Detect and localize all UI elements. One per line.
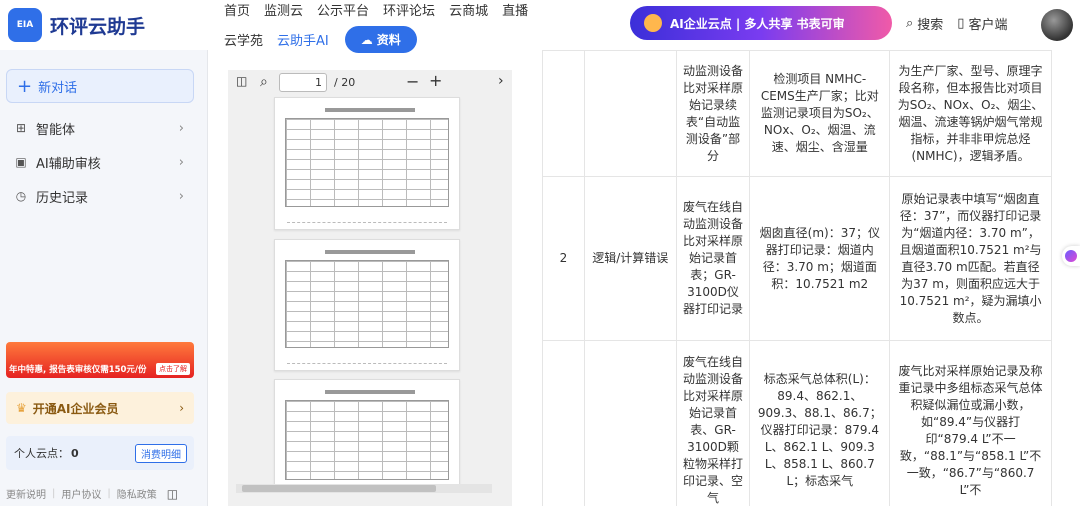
nav-public-platform[interactable]: 公示平台 (317, 0, 369, 19)
crown-icon: ♛ (16, 401, 27, 415)
nav-cloud-ai[interactable]: 云助手AI (277, 30, 329, 49)
chevron-right-icon: › (178, 120, 184, 136)
cell-object: 废气在线自动监测设备比对采样原始记录首表、GR-3100D颗粒物采样打印记录、空… (675, 340, 751, 506)
logo-badge: EIA (8, 8, 42, 42)
zoom-in-icon[interactable]: + (429, 71, 442, 90)
cell-data: 标态采气总体积(L)：89.4、862.1、909.3、88.1、86.7；仪器… (749, 340, 891, 506)
ai-review-icon: ▣ (15, 155, 27, 169)
top-bar: EIA 环评云助手 首页 监测云 公示平台 环评论坛 云商城 直播 云学苑 云助… (0, 0, 1080, 53)
new-chat-label: 新对话 (38, 80, 78, 96)
table-row: 动监测设备比对采样原始记录续表“自动监测设备”部分 检测项目 NMHC-CEMS… (542, 50, 1052, 177)
chevron-right-icon: › (178, 154, 184, 170)
nav-row-2: 云学苑 云助手AI ☁ 资料 (224, 26, 417, 53)
promo-banner[interactable]: AI企业云点 | 多人共享 书表可审 (630, 6, 892, 40)
page-number-input[interactable]: 1 (279, 73, 327, 92)
app-root: EIA 环评云助手 首页 监测云 公示平台 环评论坛 云商城 直播 云学苑 云助… (0, 0, 1080, 506)
sidebar-item-ai-review[interactable]: ▣ AI辅助审核 › (14, 152, 190, 172)
banner-text: 年中特惠, 报告表审核仅需150元/份 (9, 365, 147, 375)
sidebar-item-history[interactable]: ◷ 历史记录 › (14, 186, 190, 206)
cell-no (542, 340, 585, 506)
cell-type (583, 340, 677, 506)
pdf-page-thumbnail[interactable] (274, 97, 460, 230)
agent-icon: ⊞ (15, 121, 27, 135)
new-chat-button[interactable]: + 新对话 (6, 69, 194, 103)
link-user-agreement[interactable]: 用户协议 (61, 486, 101, 501)
nav-cloud-mall[interactable]: 云商城 (449, 0, 488, 19)
cloud-upload-icon: ☁ (360, 32, 373, 47)
avatar[interactable] (1041, 9, 1073, 41)
nav-cloud-academy[interactable]: 云学苑 (224, 30, 263, 49)
chevron-right-icon: › (178, 188, 184, 204)
ai-assistant-icon (1065, 250, 1077, 262)
search-label: 搜索 (917, 18, 944, 33)
sidebar-item-agents[interactable]: ⊞ 智能体 › (14, 118, 190, 138)
cell-data: 检测项目 NMHC-CEMS生产厂家；比对监测记录项目为SO₂、NOx、O₂、烟… (749, 50, 891, 177)
materials-button-label: 资料 (376, 33, 401, 47)
cell-object: 动监测设备比对采样原始记录续表“自动监测设备”部分 (675, 50, 751, 177)
chevron-right-icon: › (179, 401, 184, 415)
promo-text: AI企业云点 | 多人共享 书表可审 (670, 16, 845, 31)
link-privacy[interactable]: 隐私政策 (117, 486, 157, 501)
chevron-right-icon[interactable]: › (498, 73, 504, 89)
promo-sale-banner[interactable]: 年中特惠, 报告表审核仅需150元/份 点击了解 (6, 342, 194, 378)
banner-tag[interactable]: 点击了解 (156, 363, 190, 375)
points-value: 0 (71, 446, 79, 460)
sidebar: + 新对话 ⊞ 智能体 › ▣ AI辅助审核 › ◷ 历史记录 › 年中特惠, … (0, 50, 208, 506)
pdf-toolbar: ◫ ⌕ 1 / 20 − + › (228, 70, 512, 96)
search-link[interactable]: ⌕ 搜索 (906, 14, 943, 33)
vip-label: 开通AI企业会员 (32, 401, 119, 416)
collapse-sidebar-icon[interactable]: ◫ (167, 487, 178, 501)
plus-icon: + (17, 75, 33, 97)
pdf-page-thumbnail[interactable] (274, 379, 460, 485)
main-nav: 首页 监测云 公示平台 环评论坛 云商城 直播 云学苑 云助手AI ☁ 资料 (224, 0, 564, 53)
client-label: 客户端 (968, 18, 1008, 33)
sidebar-item-label: AI辅助审核 (36, 156, 101, 172)
logo[interactable]: EIA 环评云助手 (8, 8, 145, 42)
nav-row-1: 首页 监测云 公示平台 环评论坛 云商城 直播 (224, 0, 564, 19)
nav-forum[interactable]: 环评论坛 (383, 0, 435, 19)
points-label: 个人云点： (14, 447, 69, 460)
pdf-viewer: ◫ ⌕ 1 / 20 − + › (228, 70, 512, 506)
scrollbar-thumb[interactable] (242, 485, 436, 492)
zoom-out-icon[interactable]: − (406, 72, 419, 91)
nav-home[interactable]: 首页 (224, 0, 250, 19)
review-results-panel: 动监测设备比对采样原始记录续表“自动监测设备”部分 检测项目 NMHC-CEMS… (528, 50, 1052, 506)
cell-description: 原始记录表中填写“烟囱直径：37”，而仪器打印记录为“烟道内径：3.70 m”，… (889, 176, 1052, 341)
phone-icon: ▯ (957, 16, 965, 31)
cell-no: 2 (542, 176, 585, 341)
consumption-detail-button[interactable]: 消费明细 (135, 444, 187, 463)
search-icon[interactable]: ⌕ (260, 74, 268, 90)
total-pages: / 20 (334, 76, 356, 89)
top-right-actions: ⌕ 搜索 ▯ 客户端 (906, 14, 1021, 33)
cell-no (542, 50, 585, 177)
table-row: 废气在线自动监测设备比对采样原始记录首表、GR-3100D颗粒物采样打印记录、空… (542, 340, 1052, 506)
sidebar-toggle-icon[interactable]: ◫ (236, 74, 247, 88)
points-panel: 个人云点： 0 消费明细 (6, 436, 194, 470)
review-results-table: 动监测设备比对采样原始记录续表“自动监测设备”部分 检测项目 NMHC-CEMS… (542, 50, 1052, 506)
pdf-page-thumbnail[interactable] (274, 239, 460, 371)
nav-monitor-cloud[interactable]: 监测云 (264, 0, 303, 19)
ai-assistant-float-button[interactable] (1062, 246, 1080, 266)
sidebar-footer: 更新说明 | 用户协议 | 隐私政策 ◫ (6, 486, 179, 502)
cell-description: 废气比对采样原始记录及称重记录中多组标态采气总体积疑似漏位或漏小数，如“89.4… (889, 340, 1052, 506)
cell-description: 为生产厂家、型号、原理字段名称，但本报告比对项目为SO₂、NOx、O₂、烟尘、烟… (889, 50, 1052, 177)
search-icon: ⌕ (906, 16, 914, 31)
horizontal-scrollbar[interactable] (236, 484, 492, 493)
logo-text: 环评云助手 (50, 15, 146, 38)
cell-object: 废气在线自动监测设备比对采样原始记录首表；GR-3100D仪器打印记录 (675, 176, 751, 341)
materials-button[interactable]: ☁ 资料 (344, 26, 417, 53)
vip-membership-button[interactable]: ♛ 开通AI企业会员 › (6, 392, 194, 424)
cell-type: 逻辑/计算错误 (583, 176, 677, 341)
sidebar-item-label: 历史记录 (36, 190, 89, 206)
table-row: 2 逻辑/计算错误 废气在线自动监测设备比对采样原始记录首表；GR-3100D仪… (542, 176, 1052, 341)
link-changelog[interactable]: 更新说明 (6, 486, 46, 501)
sidebar-item-label: 智能体 (36, 122, 76, 138)
cell-data: 烟囱直径(m)：37；仪器打印记录：烟道内径：3.70 m；烟道面积：10.75… (749, 176, 891, 341)
ai-badge-icon (644, 14, 662, 32)
cell-type (583, 50, 677, 177)
history-icon: ◷ (15, 189, 27, 203)
client-link[interactable]: ▯ 客户端 (957, 14, 1007, 33)
nav-live[interactable]: 直播 (502, 0, 528, 19)
